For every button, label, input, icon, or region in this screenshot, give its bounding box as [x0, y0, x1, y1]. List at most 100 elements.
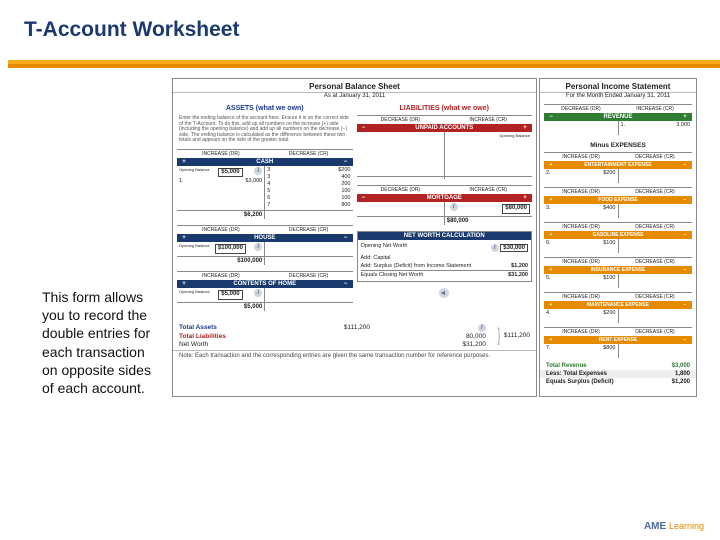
networth-box: NET WORTH CALCULATION Opening Net Worthi… — [357, 231, 533, 282]
maintenance-t-account: INCREASE (DR)DECREASE (CR) +MAINTENANCE … — [544, 292, 692, 323]
networth-val: $31,200 — [462, 341, 486, 348]
inc-dr: INCREASE (DR) — [544, 328, 618, 336]
total-rev-label: Total Revenue — [546, 363, 672, 369]
title-accent-stripe — [0, 60, 720, 68]
cash-label: CASH — [190, 159, 340, 165]
nw-closing-label: Equals Closing Net Worth — [361, 272, 424, 278]
minus-sign: − — [340, 281, 352, 287]
worksheet-sheets: Personal Balance Sheet As at January 31,… — [172, 78, 700, 397]
mortgage-t-account: DECREASE (DR) INCREASE (CR) − MORTGAGE +… — [357, 185, 533, 225]
cash-total: $6,200 — [177, 211, 265, 219]
unpaid-label: UNPAID ACCOUNTS — [370, 125, 520, 131]
info-icon[interactable]: i — [491, 244, 499, 252]
food-t-account: INCREASE (DR)DECREASE (CR) +FOOD EXPENSE… — [544, 187, 692, 218]
r3n: 3 — [267, 174, 270, 181]
ent-label: ENTERTAINMENT EXPENSE — [557, 162, 679, 168]
r2v: $200 — [338, 167, 350, 174]
assets-column: ASSETS (what we own) Enter the ending ba… — [177, 104, 353, 317]
cr-decrease-label: DECREASE (CR) — [265, 150, 353, 158]
liabilities-column: LIABILITIES (what we owe) DECREASE (DR) … — [357, 104, 533, 317]
ent-no: 2. — [546, 170, 551, 177]
balance-sheet: Personal Balance Sheet As at January 31,… — [172, 78, 537, 397]
contents-t-account: INCREASE (DR) DECREASE (CR) + CONTENTS O… — [177, 271, 353, 311]
surplus-label: Equals Surplus (Deficit) — [546, 379, 672, 385]
entertainment-t-account: INCREASE (DR)DECREASE (CR) +ENTERTAINMEN… — [544, 152, 692, 183]
inc-dr: INCREASE (DR) — [544, 188, 618, 196]
rev-val: 3,000 — [676, 122, 690, 129]
decrease-dr-label: DECREASE (DR) — [544, 105, 618, 113]
contents-total: $5,000 — [177, 303, 265, 311]
balance-note: Note: Each transaction and the correspon… — [173, 350, 536, 362]
minus-sign: − — [358, 195, 370, 201]
description-text: This form allows you to record the doubl… — [42, 288, 172, 397]
dr-increase-label: INCREASE (DR) — [177, 226, 265, 234]
brand-name: AME — [644, 521, 666, 532]
info-icon[interactable]: i — [478, 324, 486, 332]
r6v: 100 — [341, 195, 350, 202]
r7n: 7 — [267, 202, 270, 209]
minus-sign: − — [340, 235, 352, 241]
ins-label: INSURANCE EXPENSE — [557, 267, 679, 273]
dr-decrease-label: DECREASE (DR) — [357, 116, 445, 124]
r7v: 800 — [341, 202, 350, 209]
cr-increase-label: INCREASE (CR) — [444, 186, 532, 194]
cash-opening: $5,000 — [218, 168, 242, 178]
nw-surplus-val: $1,200 — [511, 263, 528, 269]
r5v: 100 — [341, 188, 350, 195]
balance-summary: Total Assets$111,200i Total Liabilities8… — [173, 319, 536, 350]
house-opening: $100,000 — [215, 244, 246, 254]
mortgage-total: $80,000 — [445, 217, 532, 225]
revenue-t-account: DECREASE (DR) INCREASE (CR) − REVENUE + … — [544, 104, 692, 135]
gas-label: GASOLINE EXPENSE — [557, 232, 679, 238]
r5n: 5 — [267, 188, 270, 195]
minus-sign: − — [340, 159, 352, 165]
mortgage-opening: $80,000 — [502, 204, 530, 214]
total-assets-val: $111,200 — [344, 324, 370, 332]
assets-header: ASSETS (what we own) — [177, 104, 353, 115]
r4v: 200 — [341, 181, 350, 188]
total-assets-label: Total Assets — [179, 324, 239, 332]
minus-expenses-label: Minus EXPENSES — [540, 139, 696, 150]
nw-surplus-label: Add: Surplus (Deficit) from Income State… — [361, 263, 472, 269]
cash-row1-val: $3,000 — [245, 178, 262, 185]
plus-sign: + — [178, 159, 190, 165]
dec-cr: DECREASE (CR) — [618, 188, 692, 196]
plus-sign: + — [519, 125, 531, 131]
nw-open-val: $30,000 — [500, 244, 528, 252]
rent-no: 7. — [546, 345, 551, 352]
maint-no: 4. — [546, 310, 551, 317]
minus-sign: − — [358, 125, 370, 131]
revenue-label: REVENUE — [557, 114, 679, 120]
income-statement: Personal Income Statement For the Month … — [539, 78, 697, 397]
food-no: 3. — [546, 205, 551, 212]
opening-balance-label: Opening Balance — [179, 289, 210, 301]
nw-closing-val: $31,200 — [508, 272, 528, 278]
inc-dr: INCREASE (DR) — [544, 293, 618, 301]
mortgage-label: MORTGAGE — [370, 195, 520, 201]
arrow-left-icon — [439, 288, 449, 298]
dr-increase-label: INCREASE (DR) — [177, 150, 265, 158]
opening-balance-label: Opening Balance — [179, 167, 210, 179]
nw-open-label: Opening Net Worth — [361, 243, 408, 253]
inc-dr: INCREASE (DR) — [544, 223, 618, 231]
rent-label: RENT EXPENSE — [557, 337, 679, 343]
r6n: 6 — [267, 195, 270, 202]
brand-sub: Learning — [669, 521, 704, 531]
inc-dr: INCREASE (DR) — [544, 258, 618, 266]
info-icon[interactable]: i — [254, 243, 262, 251]
footer-logo: AME Learning — [644, 521, 704, 532]
maint-label: MAINTENANCE EXPENSE — [557, 302, 679, 308]
dec-cr: DECREASE (CR) — [618, 293, 692, 301]
info-icon[interactable]: i — [254, 289, 262, 297]
bracket-icon: } — [498, 331, 500, 340]
plus-sign: + — [178, 235, 190, 241]
cr-increase-label: INCREASE (CR) — [444, 116, 532, 124]
balance-sheet-title: Personal Balance Sheet — [173, 79, 536, 93]
dec-cr: DECREASE (CR) — [618, 223, 692, 231]
unpaid-t-account: DECREASE (DR) INCREASE (CR) − UNPAID ACC… — [357, 115, 533, 179]
maint-val: $200 — [603, 310, 615, 317]
combined-val: $111,200 — [504, 332, 530, 339]
info-icon[interactable]: i — [254, 167, 262, 175]
info-icon[interactable]: i — [450, 203, 458, 211]
plus-sign: + — [178, 281, 190, 287]
